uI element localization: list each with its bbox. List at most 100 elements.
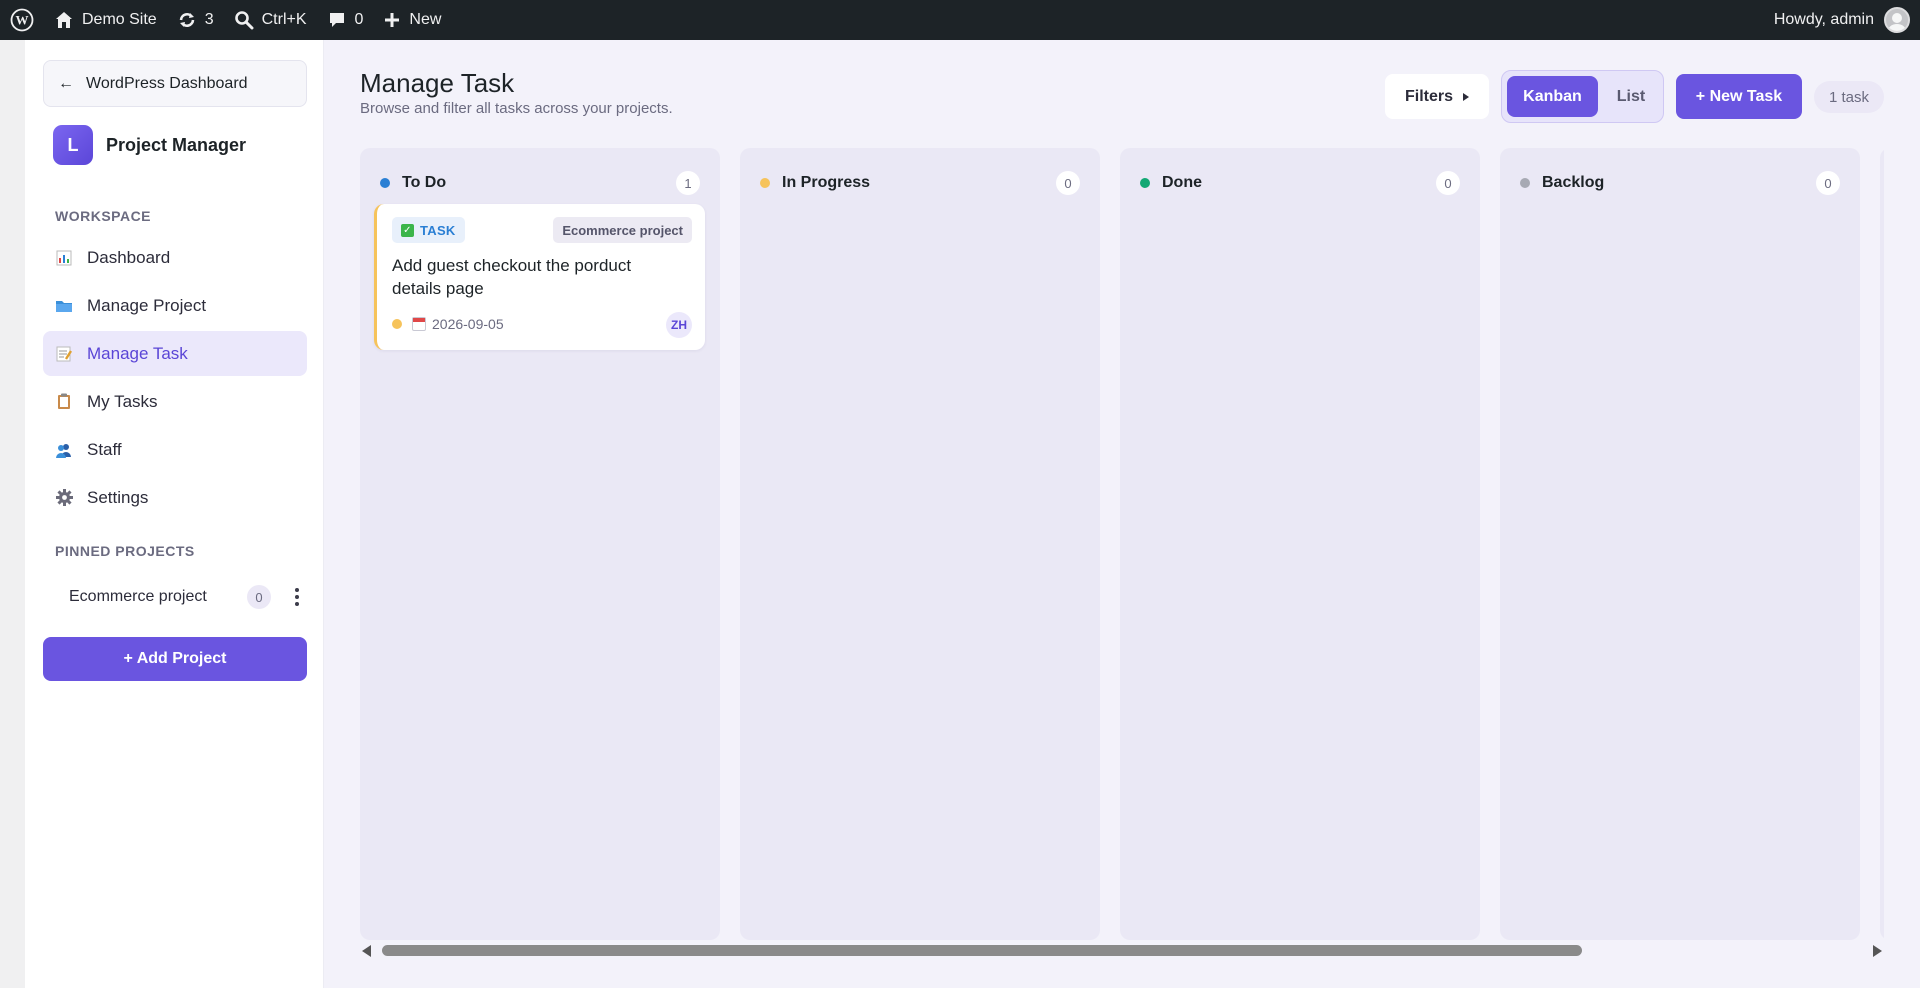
arrow-left-icon: ←: [58, 74, 74, 92]
sidebar-item-label: Manage Project: [87, 295, 207, 315]
brand-name: Project Manager: [106, 134, 247, 155]
pinned-project-count: 0: [247, 585, 271, 609]
column-header: Backlog 0: [1520, 170, 1840, 196]
horizontal-scrollbar[interactable]: [360, 942, 1884, 958]
new-content-link[interactable]: New: [373, 0, 451, 40]
site-name-label: Demo Site: [82, 11, 157, 28]
sidebar-item-manage-task[interactable]: Manage Task: [43, 331, 307, 376]
task-card[interactable]: ✓ TASK Ecommerce project Add guest check…: [374, 204, 705, 350]
bar-chart-icon: [55, 249, 73, 267]
task-type-badge: ✓ TASK: [392, 217, 465, 243]
workspace-section-label: WORKSPACE: [55, 208, 152, 224]
search-shortcut: Ctrl+K: [261, 11, 307, 28]
sidebar-item-my-tasks[interactable]: My Tasks: [43, 379, 307, 424]
back-label: WordPress Dashboard: [86, 74, 248, 92]
greeting: Howdy, admin: [1773, 11, 1874, 28]
column-in-progress: In Progress 0: [740, 148, 1100, 940]
column-title: To Do: [402, 174, 447, 191]
new-task-button[interactable]: + New Task: [1676, 74, 1802, 119]
column-header: Done 0: [1140, 170, 1460, 196]
home-icon: [56, 12, 72, 28]
task-footer: 2026-09-05 ZH: [392, 312, 692, 338]
column-count: 0: [1816, 171, 1840, 195]
task-count-badge: 1 task: [1814, 81, 1884, 113]
status-dot: [380, 178, 390, 188]
status-dot: [1140, 178, 1150, 188]
kanban-view-button[interactable]: Kanban: [1507, 76, 1598, 117]
svg-text:W: W: [16, 13, 29, 28]
column-title: Backlog: [1542, 174, 1605, 191]
comments-count: 0: [354, 11, 364, 28]
clipboard-icon: [55, 393, 73, 411]
sidebar-item-label: Dashboard: [87, 247, 171, 267]
updates-count: 3: [204, 11, 214, 28]
sidebar-item-settings[interactable]: Settings: [43, 475, 307, 520]
scrollbar-thumb[interactable]: [382, 945, 1582, 956]
column-title: In Progress: [782, 174, 871, 191]
column-title: Done: [1162, 174, 1202, 191]
view-toggle: Kanban List: [1501, 70, 1664, 123]
plus-icon: [385, 13, 400, 27]
sidebar-item-label: Settings: [87, 487, 149, 507]
due-date: 2026-09-05: [432, 316, 504, 332]
main-content: Manage Task Browse and filter all tasks …: [324, 40, 1920, 988]
site-name-link[interactable]: Demo Site: [44, 0, 167, 40]
folder-icon: [55, 297, 73, 315]
memo-icon: [55, 345, 73, 363]
search-link[interactable]: Ctrl+K: [224, 0, 317, 40]
task-title: Add guest checkout the porduct details p…: [392, 256, 632, 298]
comments-link[interactable]: 0: [317, 0, 374, 40]
kanban-board: To Do 1 ✓ TASK Ecommerce project Add gue…: [360, 148, 1884, 940]
checkmark-icon: ✓: [401, 223, 414, 237]
task-type-label: TASK: [420, 222, 456, 238]
new-label: New: [409, 11, 442, 28]
status-dot: [1520, 178, 1530, 188]
gear-icon: [55, 489, 73, 507]
sidebar-item-label: Staff: [87, 439, 122, 459]
kebab-menu-icon[interactable]: [291, 585, 303, 609]
scroll-left-icon[interactable]: [362, 945, 371, 957]
column-done: Done 0: [1120, 148, 1480, 940]
sidebar: ← WordPress Dashboard L Project Manager …: [25, 40, 324, 988]
brand: L Project Manager: [53, 125, 246, 165]
column-count: 0: [1056, 171, 1080, 195]
back-to-dashboard-button[interactable]: ← WordPress Dashboard: [43, 60, 307, 107]
caret-right-icon: [1463, 92, 1469, 101]
add-project-button[interactable]: + Add Project: [43, 637, 307, 681]
list-view-button[interactable]: List: [1602, 76, 1660, 117]
pinned-project-name: Ecommerce project: [69, 588, 207, 605]
search-icon: [234, 11, 254, 30]
wordpress-logo-icon[interactable]: W: [0, 0, 44, 40]
status-dot: [760, 178, 770, 188]
sidebar-item-manage-project[interactable]: Manage Project: [43, 283, 307, 328]
pinned-project-item[interactable]: Ecommerce project 0: [43, 575, 307, 619]
column-header: To Do 1: [380, 170, 700, 196]
filters-label: Filters: [1404, 87, 1453, 105]
column-partial: [1880, 148, 1884, 940]
calendar-icon: [412, 317, 426, 331]
sidebar-item-label: Manage Task: [87, 343, 188, 363]
priority-dot: [392, 319, 402, 329]
comment-icon: [329, 13, 344, 27]
column-backlog: Backlog 0: [1500, 148, 1860, 940]
page-subtitle: Browse and filter all tasks across your …: [360, 100, 673, 117]
sidebar-item-dashboard[interactable]: Dashboard: [43, 235, 307, 280]
column-count: 0: [1436, 171, 1460, 195]
admin-bar: W Demo Site 3 Ctrl+K 0 New Howdy, admin: [0, 0, 1920, 40]
people-icon: [55, 441, 73, 459]
sidebar-item-staff[interactable]: Staff: [43, 427, 307, 472]
scroll-right-icon[interactable]: [1873, 945, 1882, 957]
assignee-avatar: ZH: [666, 312, 692, 338]
filters-button[interactable]: Filters: [1385, 74, 1489, 119]
brand-logo: L: [53, 125, 93, 165]
updates-link[interactable]: 3: [167, 0, 224, 40]
column-count: 1: [676, 171, 700, 195]
account-menu[interactable]: Howdy, admin: [1774, 7, 1920, 33]
project-badge: Ecommerce project: [553, 217, 692, 243]
admin-menu-gutter: [0, 40, 25, 988]
column-to-do: To Do 1 ✓ TASK Ecommerce project Add gue…: [360, 148, 720, 940]
avatar: [1884, 7, 1910, 33]
sidebar-item-label: My Tasks: [87, 391, 158, 411]
page-title: Manage Task: [360, 68, 515, 98]
pinned-section-label: PINNED PROJECTS: [55, 543, 195, 559]
